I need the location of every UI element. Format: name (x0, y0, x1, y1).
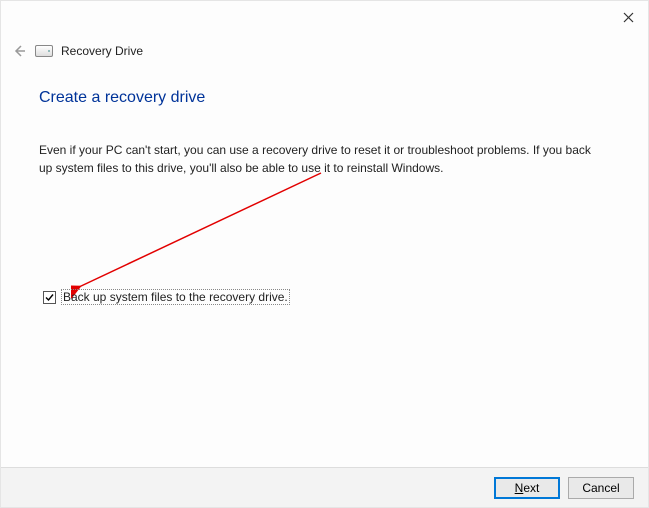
wizard-window: Recovery Drive Create a recovery drive E… (0, 0, 649, 508)
back-button[interactable] (11, 43, 27, 59)
content-area: Create a recovery drive Even if your PC … (39, 89, 624, 177)
back-arrow-icon (12, 44, 26, 58)
cancel-button[interactable]: Cancel (568, 477, 634, 499)
page-title: Create a recovery drive (39, 89, 624, 107)
close-button[interactable] (618, 7, 638, 27)
close-icon (623, 12, 634, 23)
next-button-rest: ext (523, 481, 539, 495)
window-title: Recovery Drive (61, 44, 143, 58)
backup-checkbox[interactable] (43, 291, 56, 304)
button-bar: Next Cancel (1, 467, 648, 507)
next-button[interactable]: Next (494, 477, 560, 499)
drive-icon (35, 45, 53, 57)
page-description: Even if your PC can't start, you can use… (39, 141, 599, 177)
checkmark-icon (44, 292, 55, 303)
backup-checkbox-label[interactable]: Back up system files to the recovery dri… (61, 289, 290, 305)
backup-checkbox-row: Back up system files to the recovery dri… (43, 289, 290, 305)
header: Recovery Drive (11, 43, 143, 59)
annotation-arrow (71, 169, 331, 299)
